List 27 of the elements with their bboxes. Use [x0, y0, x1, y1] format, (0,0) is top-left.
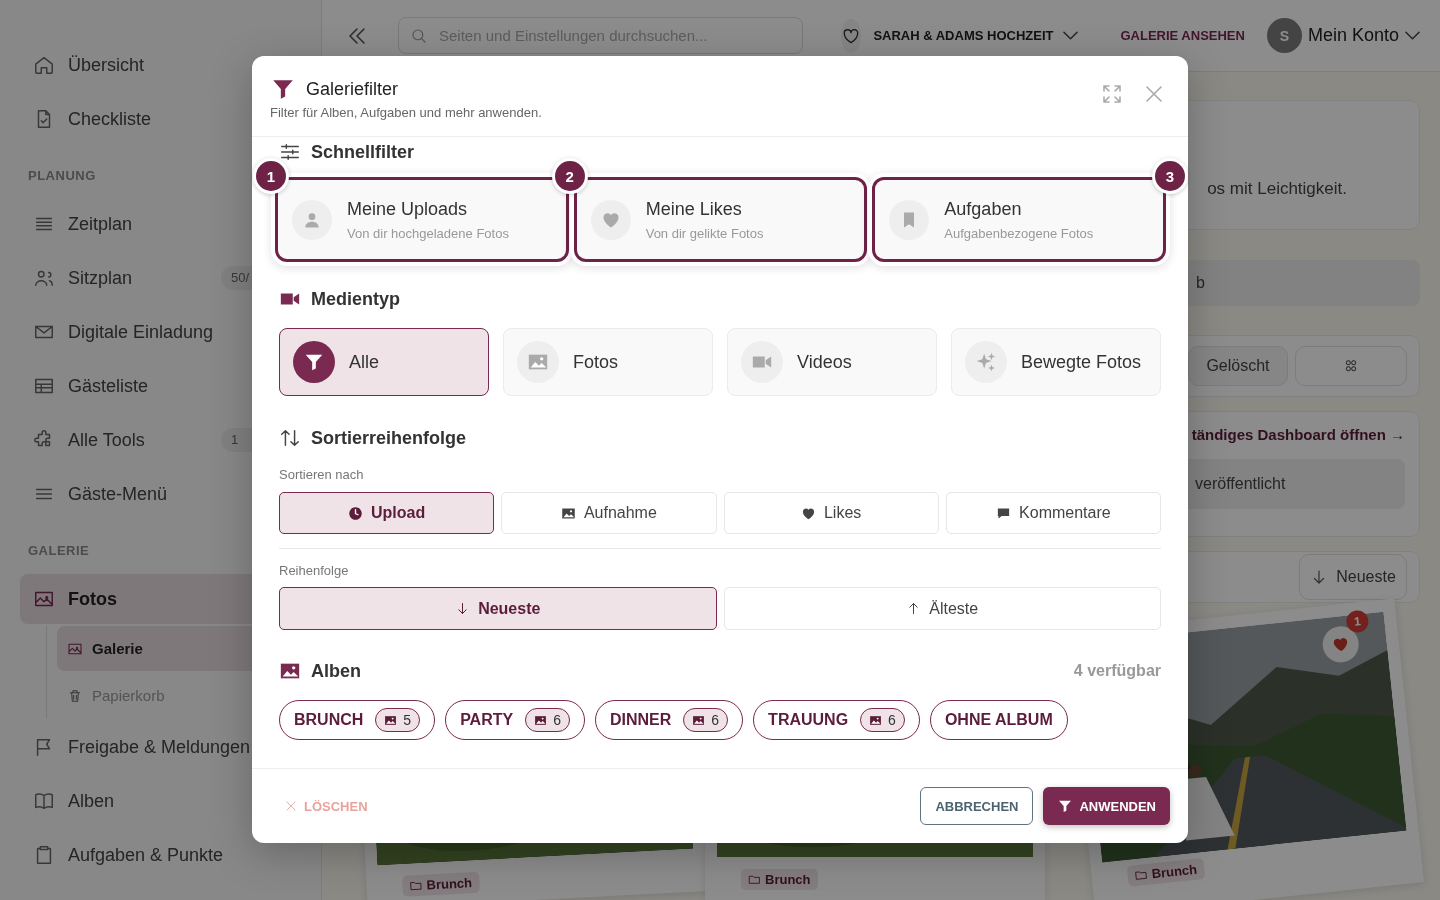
step-badge: 1	[256, 161, 286, 191]
album-tag: Brunch	[741, 869, 818, 890]
section-heading: Schnellfilter	[311, 141, 415, 163]
section-heading: Sortierreihenfolge	[311, 427, 467, 449]
count-number: 5	[403, 712, 412, 728]
card-title: Meine Likes	[645, 198, 743, 220]
count-number: 6	[888, 712, 896, 728]
album-tag: Brunch	[1126, 857, 1205, 887]
section-heading: GALERIE	[27, 542, 91, 560]
dialog-subtitle: Filter für Alben, Aufgaben und mehr anwenden.	[270, 105, 542, 120]
step-badge: 2	[554, 161, 585, 191]
section-heading: PLANUNG	[27, 167, 97, 185]
step-badge: 3	[1155, 161, 1185, 191]
intro-text: os mit Leichtigkeit.	[1207, 179, 1347, 199]
dialog-title: Galeriefilter	[306, 78, 399, 100]
card-title: Meine Uploads	[347, 198, 469, 220]
card-subtitle: Von dir gelikte Fotos	[645, 225, 764, 241]
count-number: 6	[711, 712, 720, 728]
section-heading: Medientyp	[311, 288, 400, 310]
field-label: Sortieren nach	[279, 467, 365, 483]
available-count: 4 verfügbar	[1073, 662, 1161, 680]
avatar: S	[1266, 18, 1302, 53]
card-title: Aufgaben	[944, 198, 1023, 220]
album-tag: Brunch	[402, 871, 480, 897]
card-subtitle: Aufgabenbezogene Fotos	[944, 225, 1094, 241]
count-number: 6	[553, 712, 561, 728]
card-subtitle: Von dir hochgeladene Fotos	[347, 225, 509, 241]
